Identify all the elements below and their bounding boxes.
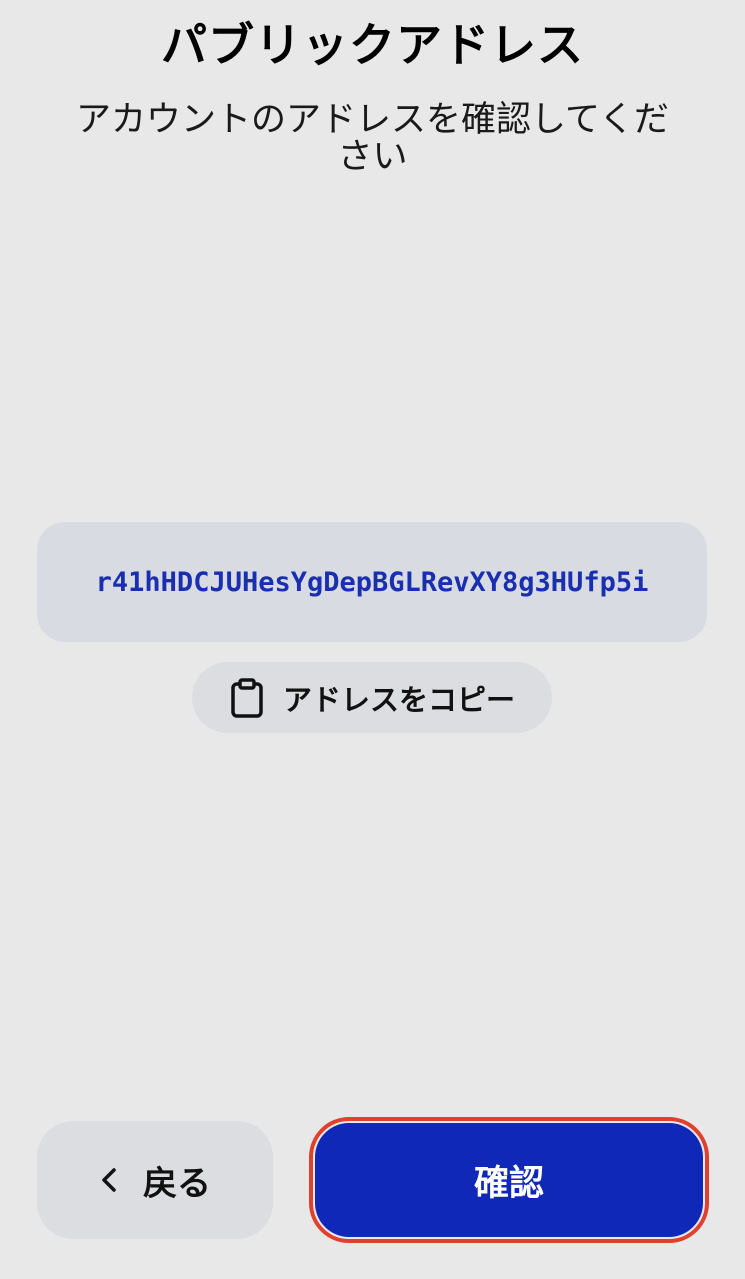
back-label: 戻る bbox=[143, 1163, 211, 1204]
address-box: r41hHDCJUHesYgDepBGLRevXY8g3HUfp5i bbox=[37, 522, 707, 642]
public-address-text: r41hHDCJUHesYgDepBGLRevXY8g3HUfp5i bbox=[95, 566, 649, 598]
confirm-button[interactable]: 確認 bbox=[315, 1123, 703, 1237]
page-title: パブリックアドレス bbox=[161, 18, 584, 72]
copy-address-label: アドレスをコピー bbox=[282, 682, 515, 717]
page-subtitle: アカウントのアドレスを確認してください bbox=[76, 100, 669, 177]
clipboard-icon bbox=[229, 677, 265, 718]
confirm-label: 確認 bbox=[473, 1163, 544, 1204]
chevron-left-icon bbox=[99, 1166, 119, 1194]
copy-address-button[interactable]: アドレスをコピー bbox=[192, 662, 552, 733]
back-button[interactable]: 戻る bbox=[37, 1121, 273, 1239]
